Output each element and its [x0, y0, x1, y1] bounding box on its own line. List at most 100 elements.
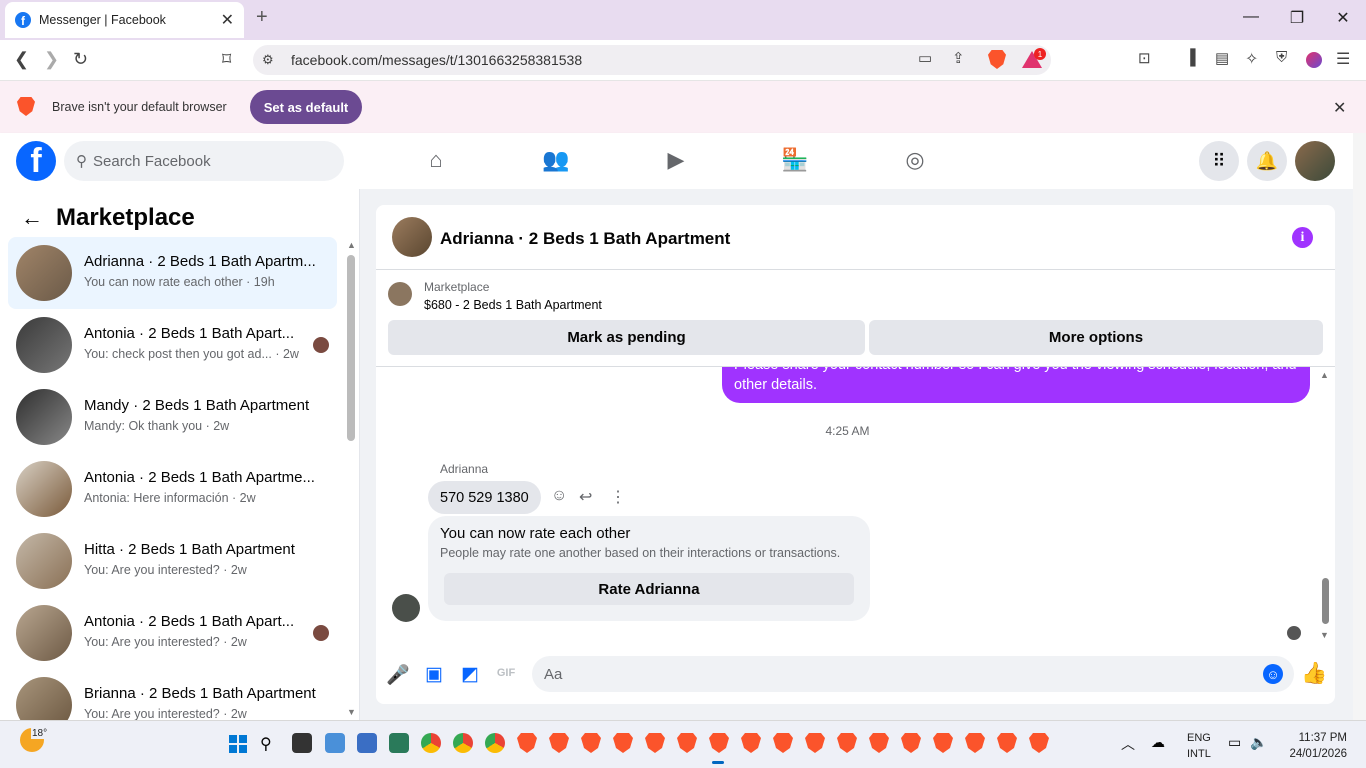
page-scrollbar[interactable] [1353, 133, 1366, 720]
url-text[interactable]: facebook.com/messages/t/1301663258381538 [291, 52, 582, 68]
wallet-icon[interactable]: ▤ [1215, 49, 1229, 67]
conversation-item[interactable]: Antonia · 2 Beds 1 Bath Apartme... Anton… [8, 453, 337, 525]
chrome-icon[interactable] [485, 733, 505, 753]
chat-scrollbar[interactable] [1322, 578, 1329, 624]
seen-by-avatar [1287, 626, 1301, 640]
sender-name: Adrianna [440, 462, 489, 476]
cast-icon[interactable]: ▭ [918, 49, 932, 67]
conversation-item[interactable]: Brianna · 2 Beds 1 Bath Apartment You: A… [8, 669, 337, 720]
emoji-icon[interactable]: ☺ [1263, 664, 1283, 684]
chrome-icon[interactable] [421, 733, 441, 753]
conversation-list-scrollbar[interactable] [347, 255, 355, 441]
search-icon[interactable]: ⚲ [260, 734, 272, 754]
sidebar-toggle-icon[interactable]: ▐ [1185, 49, 1196, 66]
menu-icon[interactable]: ☰ [1336, 49, 1350, 69]
microphone-icon[interactable]: 🎤 [386, 663, 410, 687]
reload-icon[interactable]: ↻ [73, 49, 88, 70]
conversation-name: Antonia · 2 Beds 1 Bath Apart... [84, 325, 295, 342]
conversation-name: Antonia · 2 Beds 1 Bath Apartme... [84, 469, 315, 486]
info-icon[interactable]: i [1292, 227, 1313, 248]
close-infobar-icon[interactable]: ✕ [1333, 98, 1346, 118]
site-settings-icon[interactable]: ⚙ [262, 52, 274, 68]
minimize-icon[interactable]: — [1228, 8, 1274, 26]
listing-thumbnail[interactable] [388, 282, 412, 306]
mark-as-pending-button[interactable]: Mark as pending [388, 320, 865, 355]
sticker-icon[interactable]: ◩ [458, 663, 482, 686]
network-app-icon[interactable] [389, 733, 409, 753]
listing-thumbnail [16, 605, 72, 661]
facebook-logo-icon[interactable]: f [16, 141, 56, 181]
account-avatar[interactable] [1295, 141, 1335, 181]
close-tab-icon[interactable]: ✕ [221, 10, 234, 30]
forward-icon[interactable]: ❯ [44, 49, 59, 70]
notifications-icon[interactable]: 🔔 [1247, 141, 1287, 181]
new-tab-icon[interactable]: + [256, 6, 268, 29]
rating-card-description: People may rate one another based on the… [440, 546, 841, 560]
chrome-icon[interactable] [453, 733, 473, 753]
listing-thumbnail [16, 461, 72, 517]
conversation-item[interactable]: Mandy · 2 Beds 1 Bath Apartment Mandy: O… [8, 381, 337, 453]
leo-ai-icon[interactable]: ✧ [1245, 49, 1258, 69]
clock[interactable]: 11:37 PM 24/01/2026 [1283, 730, 1347, 762]
video-icon[interactable]: ▶ [656, 147, 696, 173]
notepad-icon[interactable] [357, 733, 377, 753]
photo-icon[interactable]: ▣ [422, 663, 446, 686]
bookmark-icon[interactable]: ⌑ [222, 49, 231, 70]
browser-tab[interactable]: f Messenger | Facebook ✕ [5, 2, 244, 38]
incoming-message[interactable]: 570 529 1380 [428, 481, 541, 514]
chevron-up-icon[interactable]: ︿ [1121, 734, 1135, 754]
set-as-default-button[interactable]: Set as default [250, 90, 362, 124]
conversation-item[interactable]: Antonia · 2 Beds 1 Bath Apart... You: Ar… [8, 597, 337, 669]
close-window-icon[interactable]: ✕ [1320, 8, 1366, 28]
network-icon[interactable]: ▭ [1228, 734, 1241, 751]
gif-icon[interactable]: GIF [494, 667, 518, 679]
listing-thumbnail [16, 389, 72, 445]
chat-avatar[interactable] [392, 217, 432, 257]
chat-scroll-down-icon[interactable]: ▼ [1320, 630, 1329, 640]
conversation-name: Mandy · 2 Beds 1 Bath Apartment [84, 397, 310, 414]
more-options-button[interactable]: More options [869, 320, 1323, 355]
message-placeholder: Aa [544, 666, 563, 683]
conversation-name: Adrianna · 2 Beds 1 Bath Apartm... [84, 253, 316, 270]
start-icon[interactable] [229, 735, 247, 753]
conversation-item[interactable]: Adrianna · 2 Beds 1 Bath Apartm... You c… [8, 237, 337, 309]
conversation-item[interactable]: Antonia · 2 Beds 1 Bath Apart... You: ch… [8, 309, 337, 381]
scroll-down-icon[interactable]: ▼ [347, 707, 356, 717]
scroll-up-icon[interactable]: ▲ [347, 240, 356, 250]
menu-grid-icon[interactable]: ⠿ [1199, 141, 1239, 181]
listing-title[interactable]: $680 - 2 Beds 1 Bath Apartment [424, 298, 602, 312]
language-indicator[interactable]: ENG INTL [1187, 730, 1211, 762]
message-timestamp: 4:25 AM [825, 424, 870, 438]
sender-avatar[interactable] [392, 594, 420, 622]
react-icon[interactable]: ☺ [551, 487, 567, 505]
back-icon[interactable]: ❮ [14, 49, 29, 70]
reader-mode-icon[interactable]: ⊡ [1138, 49, 1151, 67]
calculator-icon[interactable] [325, 733, 345, 753]
share-icon[interactable]: ⇪ [952, 49, 965, 67]
reply-icon[interactable]: ↩ [579, 487, 592, 507]
search-input[interactable]: ⚲ Search Facebook [64, 141, 344, 181]
onedrive-icon[interactable]: ☁ [1151, 734, 1165, 751]
chat-scroll-up-icon[interactable]: ▲ [1320, 370, 1329, 380]
home-icon[interactable]: ⌂ [416, 147, 456, 173]
maximize-icon[interactable]: ❐ [1274, 8, 1320, 28]
profile-icon[interactable] [1306, 52, 1322, 68]
outgoing-message[interactable]: Please share your contact number so I ca… [722, 367, 1310, 403]
like-icon[interactable]: 👍 [1301, 662, 1327, 686]
rate-button[interactable]: Rate Adrianna [444, 573, 854, 605]
listing-thumbnail [16, 677, 72, 720]
listing-thumbnail [16, 533, 72, 589]
volume-icon[interactable]: 🔈 [1250, 734, 1267, 751]
back-arrow-icon[interactable]: ← [21, 205, 43, 231]
conversation-snippet: You: Are you interested? · 2w [84, 707, 247, 720]
vpn-icon[interactable]: ⛨ [1276, 49, 1287, 66]
conversation-item[interactable]: Hitta · 2 Beds 1 Bath Apartment You: Are… [8, 525, 337, 597]
task-view-icon[interactable] [292, 733, 312, 753]
more-actions-icon[interactable]: ⋮ [610, 487, 626, 507]
friends-icon[interactable]: 👥 [536, 147, 576, 173]
message-input[interactable] [532, 656, 1294, 692]
chat-title[interactable]: Adrianna · 2 Beds 1 Bath Apartment [440, 229, 730, 249]
groups-icon[interactable]: ◎ [895, 147, 935, 173]
clock-date: 24/01/2026 [1289, 748, 1347, 760]
marketplace-icon[interactable]: 🏪 [775, 147, 815, 173]
